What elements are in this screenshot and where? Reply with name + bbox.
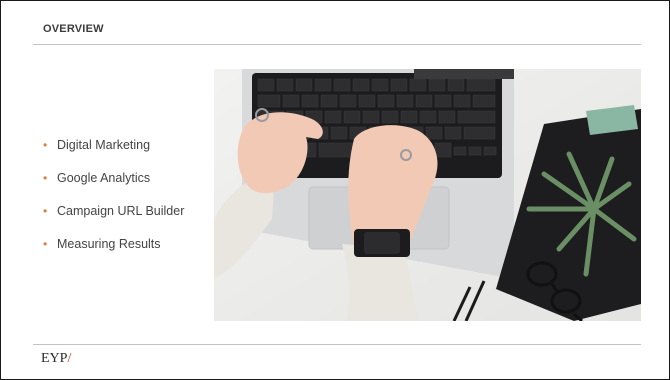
- logo-text: EYP: [41, 351, 68, 366]
- bullet-text: Measuring Results: [57, 237, 161, 251]
- bullet-dot-icon: •: [43, 138, 48, 152]
- laptop-screen-edge: [414, 69, 514, 79]
- logo-slash: /: [67, 351, 72, 366]
- bullet-dot-icon: •: [43, 237, 48, 251]
- bullet-list: • Digital Marketing • Google Analytics • Ca…: [43, 136, 184, 268]
- eyp-logo: EYP/: [41, 351, 71, 367]
- bullet-dot-icon: •: [43, 171, 48, 185]
- presentation-slide: OVERVIEW • Digital Marketing • Google Anal…: [0, 0, 670, 380]
- bullet-item: • Digital Marketing: [43, 136, 184, 169]
- watch-face: [364, 232, 400, 254]
- bullet-item: • Measuring Results: [43, 235, 184, 268]
- bullet-text: Digital Marketing: [57, 138, 151, 152]
- bullet-item: • Campaign URL Builder: [43, 202, 184, 235]
- laptop-typing-photo: [214, 69, 641, 321]
- bullet-text: Google Analytics: [57, 171, 151, 185]
- title-divider: [33, 44, 641, 45]
- bullet-text: Campaign URL Builder: [57, 204, 185, 218]
- bullet-dot-icon: •: [43, 204, 48, 218]
- bullet-item: • Google Analytics: [43, 169, 184, 202]
- slide-title: OVERVIEW: [43, 23, 104, 35]
- footer-divider: [33, 344, 641, 345]
